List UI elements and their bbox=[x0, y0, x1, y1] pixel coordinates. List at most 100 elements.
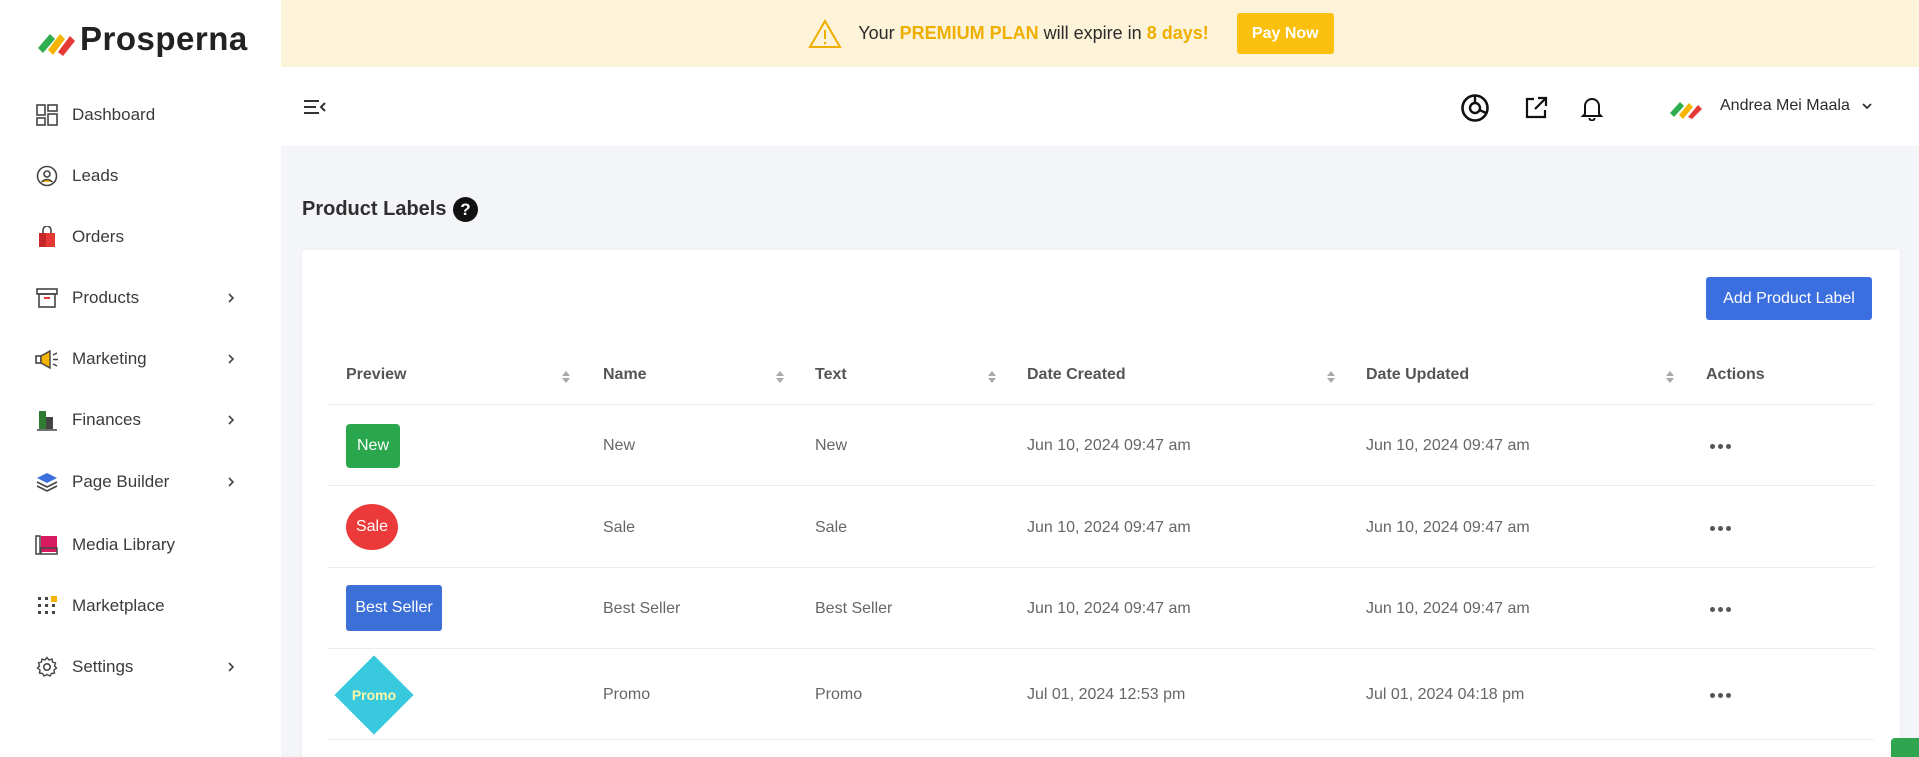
support-icon[interactable] bbox=[1460, 93, 1490, 123]
logo[interactable]: Prosperna bbox=[34, 22, 248, 56]
cell-date-updated: Jun 10, 2024 09:47 am bbox=[1366, 437, 1530, 454]
chevron-right-icon bbox=[228, 415, 235, 425]
media-icon bbox=[34, 532, 60, 558]
logo-text: Prosperna bbox=[80, 20, 248, 57]
sidebar-item-label: Marketing bbox=[72, 349, 147, 368]
cell-name: Promo bbox=[603, 686, 651, 703]
sidebar-item-label: Dashboard bbox=[72, 105, 156, 124]
sidebar-item-label: Products bbox=[72, 288, 140, 307]
column-header-text[interactable]: Text bbox=[815, 366, 847, 384]
column-header-name[interactable]: Name bbox=[603, 366, 647, 384]
sort-icon[interactable] bbox=[1665, 370, 1675, 384]
more-actions-icon[interactable] bbox=[1710, 689, 1734, 701]
chevron-down-icon bbox=[1862, 103, 1872, 110]
cell-date-created: Jun 10, 2024 09:47 am bbox=[1027, 437, 1191, 454]
cell-date-updated: Jun 10, 2024 09:47 am bbox=[1366, 519, 1530, 536]
cell-text: Promo bbox=[815, 686, 863, 703]
cell-text: New bbox=[815, 437, 848, 454]
sidebar-item-label: Settings bbox=[72, 657, 134, 676]
more-actions-icon[interactable] bbox=[1710, 522, 1734, 534]
chevron-right-icon bbox=[228, 477, 235, 487]
banner-plan-name: PREMIUM PLAN bbox=[899, 23, 1039, 43]
gear-icon bbox=[34, 654, 60, 680]
external-link-icon[interactable] bbox=[1521, 93, 1551, 123]
cell-date-created: Jun 10, 2024 09:47 am bbox=[1027, 519, 1191, 536]
sidebar-item-label: Leads bbox=[72, 166, 119, 185]
cell-text: Best Seller bbox=[815, 600, 893, 617]
plan-expiry-banner: Your PREMIUM PLAN will expire in 8 days!… bbox=[281, 0, 1919, 67]
help-icon[interactable]: ? bbox=[453, 197, 478, 222]
cell-text: Sale bbox=[815, 519, 848, 536]
dashboard-icon bbox=[34, 102, 60, 128]
table-divider bbox=[328, 485, 1874, 486]
avatar bbox=[1670, 102, 1702, 119]
cell-name: Best Seller bbox=[603, 600, 681, 617]
sidebar-item-label: Orders bbox=[72, 227, 124, 246]
cell-date-created: Jul 01, 2024 12:53 pm bbox=[1027, 686, 1186, 703]
cell-date-created: Jun 10, 2024 09:47 am bbox=[1027, 600, 1191, 617]
products-icon bbox=[34, 285, 60, 311]
column-header-date-updated[interactable]: Date Updated bbox=[1366, 366, 1469, 384]
sidebar-item-label: Media Library bbox=[72, 535, 175, 554]
finances-icon bbox=[34, 407, 60, 433]
column-header-date-created[interactable]: Date Created bbox=[1027, 366, 1126, 384]
chevron-right-icon bbox=[228, 293, 235, 303]
sidebar-item-dashboard[interactable]: Dashboard bbox=[34, 95, 248, 135]
table-divider bbox=[328, 567, 1874, 568]
layers-icon bbox=[34, 469, 60, 495]
banner-days-left: 8 days! bbox=[1146, 23, 1209, 43]
banner-prefix: Your bbox=[858, 23, 895, 43]
sort-icon[interactable] bbox=[987, 370, 997, 384]
page-title: Product Labels bbox=[302, 198, 447, 220]
column-header-preview[interactable]: Preview bbox=[346, 366, 406, 384]
banner-middle: will expire in bbox=[1043, 23, 1142, 43]
sort-icon[interactable] bbox=[1326, 370, 1336, 384]
label-preview-sale: Sale bbox=[346, 504, 398, 550]
cell-date-updated: Jul 01, 2024 04:18 pm bbox=[1366, 686, 1525, 703]
sidebar-item-settings[interactable]: Settings bbox=[34, 647, 248, 687]
sidebar-item-label: Page Builder bbox=[72, 472, 170, 491]
sidebar-item-label: Marketplace bbox=[72, 596, 165, 615]
chevron-right-icon bbox=[228, 662, 235, 672]
sidebar-item-finances[interactable]: Finances bbox=[34, 400, 248, 440]
sidebar-item-orders[interactable]: Orders bbox=[34, 217, 248, 257]
logo-mark-icon bbox=[38, 34, 75, 56]
label-preview-text: Promo bbox=[351, 687, 397, 703]
label-preview-new: New bbox=[346, 424, 400, 468]
table-divider bbox=[328, 648, 1874, 649]
warning-icon bbox=[808, 18, 842, 48]
user-menu[interactable]: Andrea Mei Maala bbox=[1668, 91, 1874, 121]
sidebar-item-marketplace[interactable]: Marketplace bbox=[34, 586, 248, 626]
label-preview-promo: Promo bbox=[334, 655, 414, 735]
marketplace-icon bbox=[34, 593, 60, 619]
more-actions-icon[interactable] bbox=[1710, 603, 1734, 615]
top-bar: Andrea Mei Maala bbox=[281, 67, 1919, 146]
megaphone-icon bbox=[34, 346, 60, 372]
sidebar-item-label: Finances bbox=[72, 410, 141, 429]
cell-name: Sale bbox=[603, 519, 636, 536]
product-labels-card: Add Product Label Preview Name Text Date… bbox=[302, 250, 1900, 757]
sidebar-item-products[interactable]: Products bbox=[34, 278, 248, 318]
cell-date-updated: Jun 10, 2024 09:47 am bbox=[1366, 600, 1530, 617]
more-actions-icon[interactable] bbox=[1710, 440, 1734, 452]
collapse-menu-icon[interactable] bbox=[303, 97, 327, 117]
user-name: Andrea Mei Maala bbox=[1720, 97, 1850, 114]
sidebar-item-page-builder[interactable]: Page Builder bbox=[34, 462, 248, 502]
sidebar: Prosperna Dashboard Leads Orders Product… bbox=[0, 0, 281, 757]
pay-now-button[interactable]: Pay Now bbox=[1236, 13, 1334, 54]
leads-icon bbox=[34, 163, 60, 189]
table-divider bbox=[328, 739, 1874, 740]
banner-message: Your PREMIUM PLAN will expire in 8 days! bbox=[858, 23, 1209, 44]
sidebar-item-marketing[interactable]: Marketing bbox=[34, 339, 248, 379]
chevron-right-icon bbox=[228, 354, 235, 364]
sidebar-item-leads[interactable]: Leads bbox=[34, 156, 248, 196]
label-preview-best-seller: Best Seller bbox=[346, 585, 442, 631]
bell-icon[interactable] bbox=[1577, 93, 1607, 123]
chat-widget-button[interactable] bbox=[1891, 738, 1919, 757]
add-product-label-button[interactable]: Add Product Label bbox=[1706, 277, 1872, 320]
orders-icon bbox=[34, 224, 60, 250]
sidebar-item-media-library[interactable]: Media Library bbox=[34, 525, 248, 565]
sort-icon[interactable] bbox=[561, 370, 571, 384]
sort-icon[interactable] bbox=[775, 370, 785, 384]
cell-name: New bbox=[603, 437, 636, 454]
